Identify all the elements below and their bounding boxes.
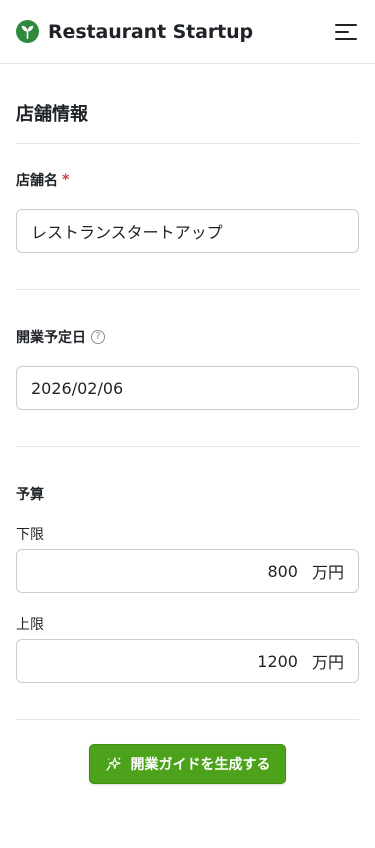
divider [16,446,359,447]
budget-upper-input[interactable]: 1200 万円 [16,639,359,683]
opening-date-input[interactable]: 2026/02/06 [16,366,359,410]
sparkle-icon [106,757,121,771]
budget-lower-unit: 万円 [311,563,344,582]
generate-guide-button[interactable]: 開業ガイドを生成する [89,744,286,784]
hamburger-menu-icon[interactable] [335,23,357,40]
budget-field: 予算 [16,484,359,504]
sprout-icon [16,20,39,43]
store-info-section: 店舗情報 [0,64,375,144]
generate-guide-label: 開業ガイドを生成する [130,757,271,773]
required-mark: * [62,172,70,188]
budget-lower-input[interactable]: 800 万円 [16,549,359,593]
budget-lower-value: 800 [267,561,298,581]
section-title: 店舗情報 [16,64,359,144]
brand[interactable]: Restaurant Startup [16,20,253,43]
budget-label: 予算 [16,487,44,503]
brand-name: Restaurant Startup [48,20,254,43]
opening-date-label: 開業予定日 ? [16,327,359,347]
budget-upper-unit: 万円 [311,653,344,672]
store-name-field: 店舗名 * [16,170,359,190]
store-name-input[interactable]: レストランスタートアップ [16,209,359,253]
store-name-input-wrap: レストランスタートアップ [16,209,359,253]
budget-upper-label-wrap: 上限 [16,614,359,634]
divider [16,289,359,290]
store-name-label: 店舗名 * [16,172,70,189]
budget-upper-label: 上限 [16,617,44,633]
opening-date-field: 開業予定日 ? [16,327,359,347]
budget-lower-input-wrap: 800 万円 [16,549,359,593]
budget-upper-value: 1200 [257,651,298,671]
budget-lower-label-wrap: 下限 [16,524,359,544]
budget-upper-input-wrap: 1200 万円 [16,639,359,683]
divider [16,719,359,720]
app-header: Restaurant Startup [0,0,375,64]
budget-lower-label: 下限 [16,527,44,543]
question-circle-icon[interactable]: ? [91,330,105,344]
opening-date-input-wrap: 2026/02/06 [16,366,359,410]
